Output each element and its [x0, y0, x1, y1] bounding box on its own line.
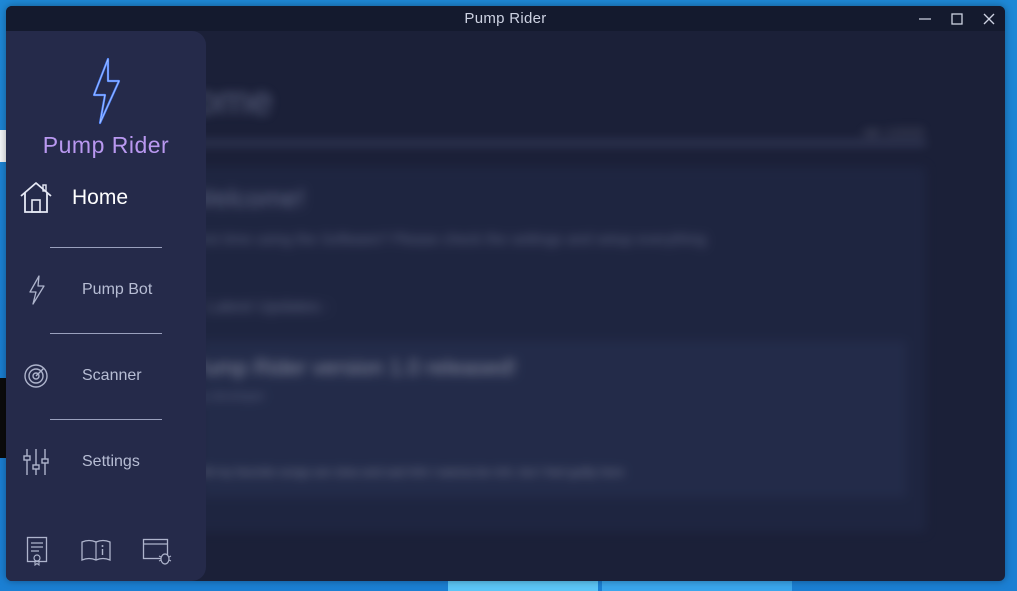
- sidebar-item-scanner[interactable]: Scanner: [6, 359, 206, 393]
- welcome-title: Welcome!: [190, 183, 306, 213]
- sidebar-item-label: Scanner: [82, 367, 142, 384]
- lightning-logo-icon: [92, 57, 121, 125]
- sidebar-item-label: Pump Bot: [82, 281, 153, 298]
- sidebar-item-label: Settings: [82, 453, 140, 470]
- sidebar-divider: [50, 247, 162, 248]
- version-label: ver. 1.0.0.0: [863, 125, 923, 139]
- sidebar-item-pump-bot[interactable]: Pump Bot: [6, 273, 206, 307]
- update-body: All my favorite songs are slow and sad I…: [200, 465, 625, 479]
- updates-label: Latest Updates :: [206, 297, 330, 316]
- maximize-icon: [951, 12, 963, 25]
- certificate-icon[interactable]: [26, 536, 48, 566]
- lightning-icon: [29, 275, 45, 305]
- main-content: Home ver. 1.0.0.0 Welcome! First time us…: [156, 31, 1005, 581]
- minimize-icon: [919, 17, 931, 20]
- title-underline: [166, 141, 926, 145]
- bug-report-icon[interactable]: [142, 538, 174, 566]
- sliders-icon: [23, 449, 49, 475]
- book-info-icon[interactable]: [80, 539, 112, 563]
- home-icon: [20, 182, 52, 213]
- close-button[interactable]: [973, 6, 1005, 31]
- update-title: Pump Rider version 1.0 released!: [190, 355, 517, 380]
- window-title: Pump Rider: [464, 10, 547, 27]
- title-bar[interactable]: Pump Rider: [6, 6, 1005, 31]
- update-author: by developer: [196, 389, 265, 403]
- window-controls: [909, 6, 1005, 31]
- sidebar-divider: [50, 333, 162, 334]
- radar-icon: [24, 364, 48, 388]
- sidebar-divider: [50, 419, 162, 420]
- sidebar-item-settings[interactable]: Settings: [6, 445, 206, 479]
- sidebar-item-label: Home: [72, 186, 129, 209]
- close-icon: [983, 13, 995, 24]
- app-window: Pump Rider Home ver. 1.0.0.0 Welcome! Fi…: [6, 6, 1005, 581]
- maximize-button[interactable]: [941, 6, 973, 31]
- sidebar: Pump Rider Home Pump Bot Scanner Setting…: [6, 31, 206, 581]
- welcome-subtitle: First time using the Software? Please ch…: [190, 231, 707, 248]
- brand-name: Pump Rider: [42, 132, 170, 158]
- minimize-button[interactable]: [909, 6, 941, 31]
- sidebar-item-home[interactable]: Home: [6, 177, 206, 217]
